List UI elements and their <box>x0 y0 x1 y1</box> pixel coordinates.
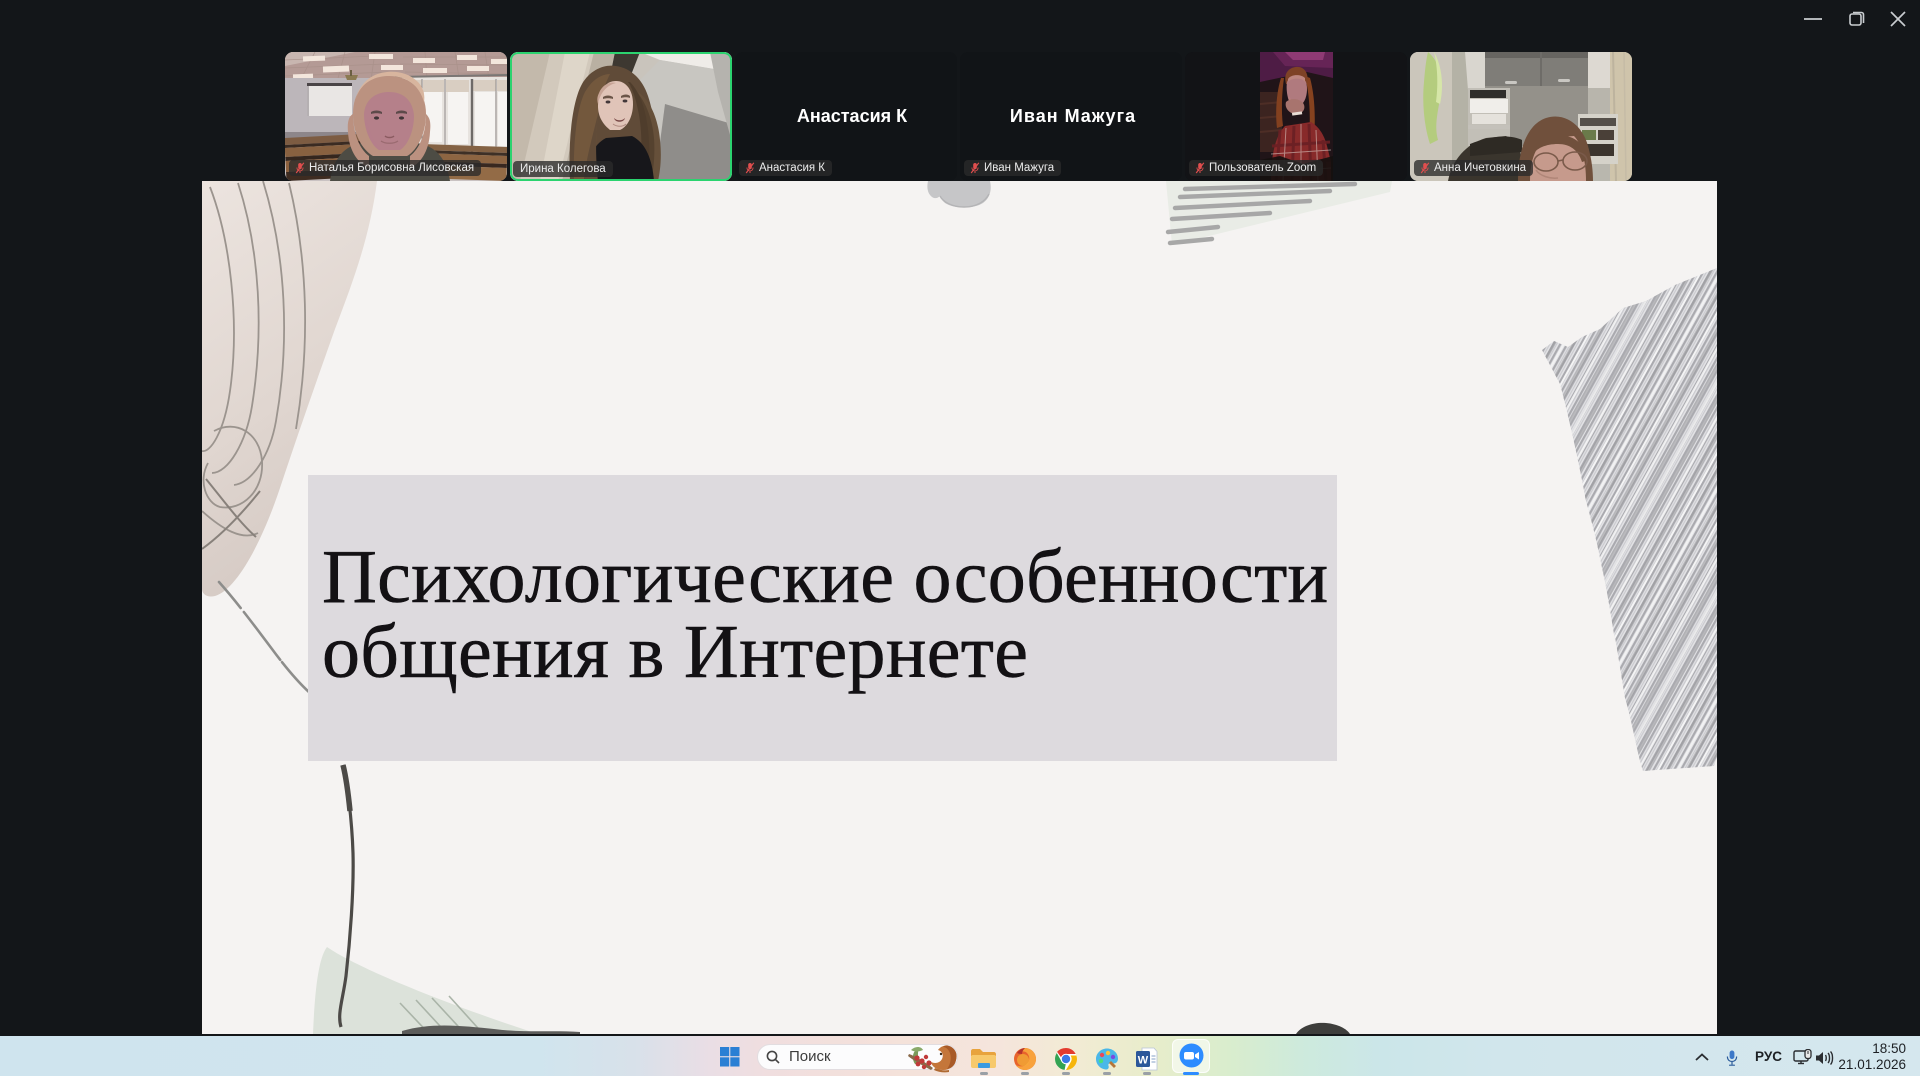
svg-text:W: W <box>1138 1055 1149 1067</box>
